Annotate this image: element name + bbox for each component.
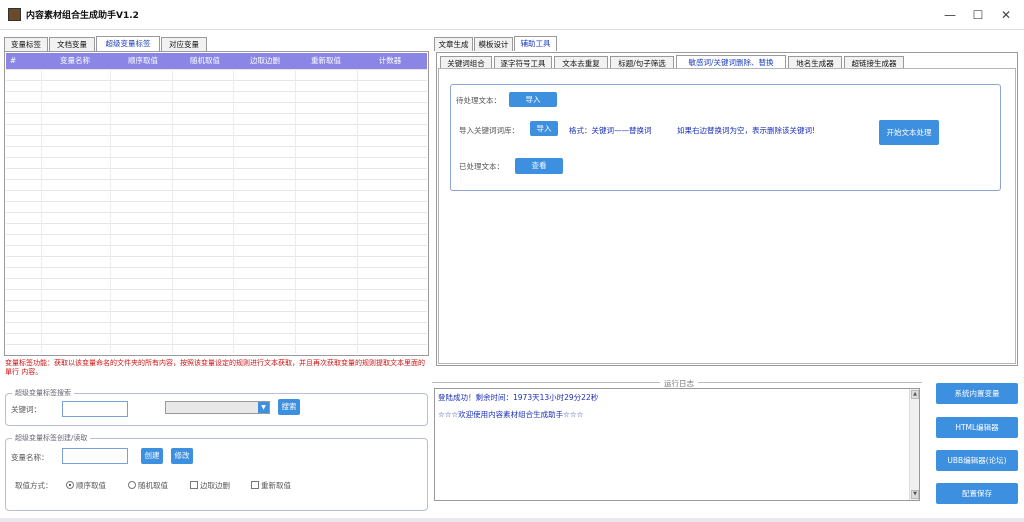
grid-divider <box>41 69 42 353</box>
tab-document-variable[interactable]: 文档变量 <box>49 37 95 51</box>
left-tab-strip: 变量标签 文档变量 超级变量标签 对应变量 <box>4 36 429 51</box>
col-random[interactable]: 随机取值 <box>174 53 236 69</box>
col-index[interactable]: # <box>6 53 20 69</box>
tab-mapped-variable[interactable]: 对应变量 <box>161 37 207 51</box>
grid-divider <box>172 69 173 353</box>
retake-label: 重新取值 <box>261 481 291 490</box>
grid-body[interactable] <box>6 69 427 353</box>
variable-grid[interactable]: # 变量名称 顺序取值 随机取值 边取边删 重新取值 计数器 <box>4 51 429 356</box>
mode-label: 取值方式： <box>15 481 53 490</box>
view-processed-button[interactable]: 查看 <box>515 158 563 174</box>
create-group-legend: 超级变量标签创建/读取 <box>15 434 88 442</box>
scroll-down-icon[interactable]: ▼ <box>911 490 919 499</box>
import-keyword-button[interactable]: 导入 <box>530 121 558 136</box>
scroll-up-icon[interactable]: ▲ <box>911 390 919 399</box>
right-tab-strip: 文章生成 模板设计 辅助工具 <box>434 36 1018 51</box>
col-sequential[interactable]: 顺序取值 <box>112 53 174 69</box>
format-hint: 格式：关键词——替换词 <box>569 126 652 135</box>
keyword-label: 关键词： <box>11 405 41 414</box>
log-scrollbar[interactable]: ▲ ▼ <box>909 389 919 500</box>
radio-checked-icon <box>66 481 74 489</box>
maximize-button[interactable]: ☐ <box>968 6 988 24</box>
import-pending-button[interactable]: 导入 <box>509 92 557 107</box>
mode-random-label: 随机取值 <box>138 481 168 490</box>
retake-checkbox[interactable]: 重新取值 <box>251 480 291 491</box>
feature-hint: 变量标签功能：获取以该变量命名的文件夹的所有内容，按照该变量设定的规则进行文本获… <box>5 359 425 376</box>
status-bar <box>0 518 1024 522</box>
col-take-and-delete[interactable]: 边取边删 <box>234 53 296 69</box>
window-title: 内容素材组合生成助手V1.2 <box>26 11 139 21</box>
tab-article-generate[interactable]: 文章生成 <box>434 37 473 51</box>
save-config-button[interactable]: 配置保存 <box>936 483 1018 504</box>
search-group-legend: 超级变量标签搜索 <box>15 389 71 397</box>
take-and-delete-label: 边取边删 <box>200 481 230 490</box>
variable-name-input[interactable] <box>62 448 128 464</box>
pending-text-label: 待处理文本： <box>456 96 501 105</box>
system-variables-button[interactable]: 系统内置变量 <box>936 383 1018 404</box>
tab-template-design[interactable]: 模板设计 <box>474 37 513 51</box>
grid-divider <box>295 69 296 353</box>
create-button[interactable]: 创建 <box>141 448 163 464</box>
mode-random-radio[interactable]: 随机取值 <box>128 480 168 491</box>
checkbox-icon <box>190 481 198 489</box>
checkbox-icon <box>251 481 259 489</box>
log-line: 登陆成功！剩余时间：1973天13小时29分22秒 <box>438 393 599 402</box>
ubb-editor-button[interactable]: UBB编辑器(论坛) <box>936 450 1018 471</box>
tab-variable-label[interactable]: 变量标签 <box>4 37 48 51</box>
mode-sequential-radio[interactable]: 顺序取值 <box>66 480 106 491</box>
start-processing-button[interactable]: 开始文本处理 <box>879 120 939 145</box>
run-log[interactable]: 登陆成功！剩余时间：1973天13小时29分22秒 ☆☆☆欢迎使用内容素材组合生… <box>434 388 920 501</box>
variable-name-label: 变量名称： <box>11 453 49 462</box>
take-and-delete-checkbox[interactable]: 边取边删 <box>190 480 230 491</box>
import-keyword-label: 导入关键词词库： <box>459 126 519 135</box>
html-editor-button[interactable]: HTML编辑器 <box>936 417 1018 438</box>
col-variable-name[interactable]: 变量名称 <box>44 53 106 69</box>
variable-select[interactable]: ▼ <box>165 401 270 414</box>
grid-divider <box>110 69 111 353</box>
log-line: ☆☆☆欢迎使用内容素材组合生成助手☆☆☆ <box>438 410 584 419</box>
title-bar: 内容素材组合生成助手V1.2 — ☐ ✕ <box>0 0 1024 30</box>
grid-divider <box>357 69 358 353</box>
empty-replace-note: 如果右边替换词为空，表示删除该关键词! <box>677 126 816 135</box>
tab-super-variable-label[interactable]: 超级变量标签 <box>96 36 160 51</box>
radio-icon <box>128 481 136 489</box>
close-button[interactable]: ✕ <box>996 6 1016 24</box>
minimize-button[interactable]: — <box>940 6 960 24</box>
tab-tools[interactable]: 辅助工具 <box>514 36 557 51</box>
col-retake[interactable]: 重新取值 <box>295 53 357 69</box>
search-button[interactable]: 搜索 <box>278 399 300 415</box>
chevron-down-icon[interactable]: ▼ <box>258 402 269 413</box>
edit-button[interactable]: 修改 <box>171 448 193 464</box>
app-window: 内容素材组合生成助手V1.2 — ☐ ✕ 变量标签 文档变量 超级变量标签 对应… <box>0 0 1024 522</box>
create-group: 超级变量标签创建/读取 <box>5 433 428 511</box>
grid-header: # 变量名称 顺序取值 随机取值 边取边删 重新取值 计数器 <box>6 53 427 69</box>
keyword-input[interactable] <box>62 401 128 417</box>
grid-divider <box>233 69 234 353</box>
mode-sequential-label: 顺序取值 <box>76 481 106 490</box>
processed-text-label: 已处理文本： <box>459 162 504 171</box>
app-logo-icon <box>8 8 21 21</box>
col-counter[interactable]: 计数器 <box>359 53 421 69</box>
